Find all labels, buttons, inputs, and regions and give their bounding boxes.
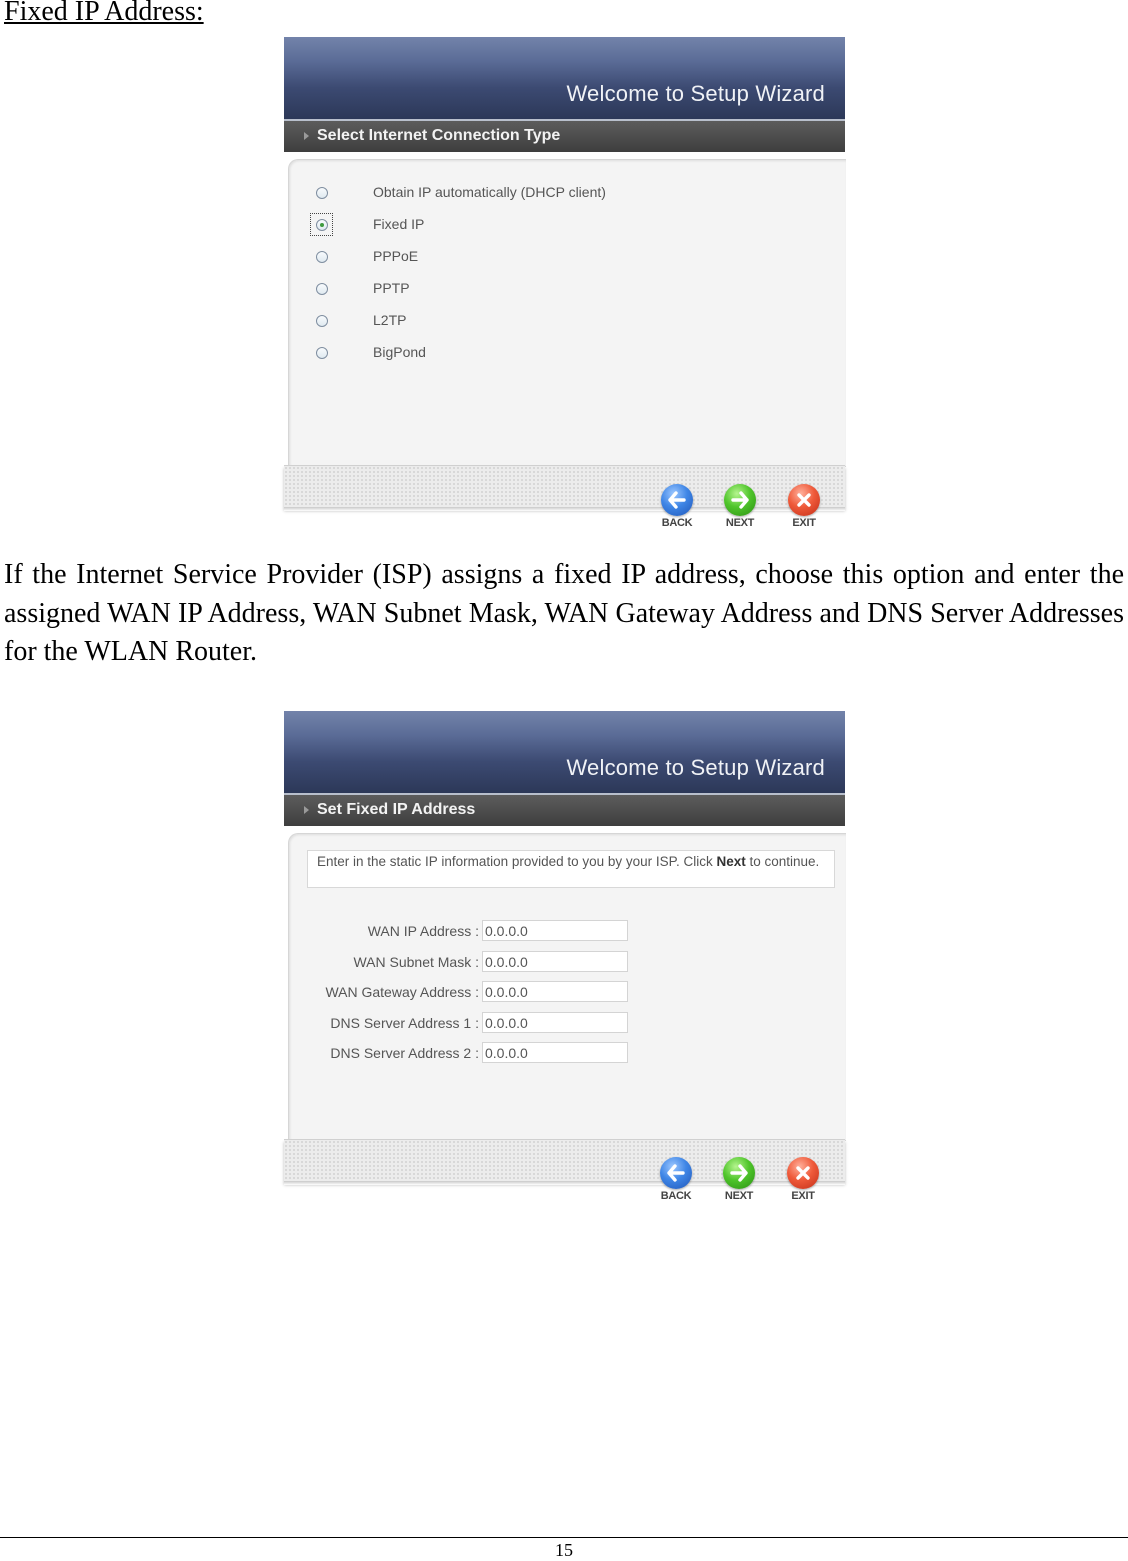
info-text: Enter in the static IP information provi…	[317, 854, 717, 869]
back-label: BACK	[661, 517, 693, 529]
wizard-fixed-ip-screenshot: Welcome to Setup Wizard Set Fixed IP Add…	[284, 711, 846, 1221]
info-message: Enter in the static IP information provi…	[307, 850, 835, 888]
close-icon	[787, 1157, 819, 1189]
wizard-connection-type-screenshot: Welcome to Setup Wizard Select Internet …	[284, 37, 846, 547]
wan-ip-label: WAN IP Address :	[367, 923, 479, 939]
field-dns-1: DNS Server Address 1 :	[289, 1012, 846, 1034]
radio-button[interactable]	[316, 283, 328, 295]
footer-shadow	[284, 507, 845, 511]
radio-option-l2tp[interactable]: L2TP	[289, 310, 689, 334]
dns1-label: DNS Server Address 1 :	[330, 1015, 479, 1031]
radio-label: Obtain IP automatically (DHCP client)	[373, 184, 606, 200]
radio-button-checked[interactable]	[316, 219, 328, 231]
section-title: Set Fixed IP Address	[317, 801, 476, 818]
info-bold-next: Next	[716, 854, 746, 869]
radio-button[interactable]	[316, 315, 328, 327]
radio-button[interactable]	[316, 187, 328, 199]
close-icon	[788, 484, 820, 516]
triangle-right-icon	[304, 806, 309, 814]
wan-gateway-label: WAN Gateway Address :	[325, 984, 479, 1000]
dns2-input[interactable]	[482, 1042, 628, 1063]
wizard-body: Enter in the static IP information provi…	[288, 833, 846, 1141]
radio-button[interactable]	[316, 251, 328, 263]
next-label: NEXT	[725, 517, 755, 529]
wizard-footer-bar	[284, 1139, 845, 1182]
wizard-body: Obtain IP automatically (DHCP client) Fi…	[288, 159, 846, 467]
next-label: NEXT	[724, 1190, 754, 1202]
footer-shadow	[284, 1181, 845, 1185]
arrow-right-icon	[724, 484, 756, 516]
wizard-title: Welcome to Setup Wizard	[566, 755, 825, 780]
radio-option-fixed-ip[interactable]: Fixed IP	[289, 213, 689, 238]
radio-button[interactable]	[316, 347, 328, 359]
wan-ip-input[interactable]	[482, 920, 628, 941]
triangle-right-icon	[304, 132, 309, 140]
radio-label: L2TP	[373, 312, 407, 328]
next-button[interactable]: NEXT	[719, 1157, 759, 1202]
exit-label: EXIT	[792, 517, 816, 529]
section-bar: Select Internet Connection Type	[284, 121, 845, 152]
wan-subnet-label: WAN Subnet Mask :	[353, 954, 479, 970]
arrow-right-icon	[723, 1157, 755, 1189]
back-button[interactable]: BACK	[657, 484, 697, 529]
radio-option-dhcp[interactable]: Obtain IP automatically (DHCP client)	[289, 182, 689, 206]
radio-label: PPPoE	[373, 248, 419, 264]
radio-option-pppoe[interactable]: PPPoE	[289, 246, 689, 270]
radio-label: Fixed IP	[373, 216, 425, 232]
arrow-left-icon	[660, 1157, 692, 1189]
wan-subnet-input[interactable]	[482, 951, 628, 972]
radio-option-pptp[interactable]: PPTP	[289, 278, 689, 302]
wizard-header: Welcome to Setup Wizard	[284, 711, 845, 795]
field-dns-2: DNS Server Address 2 :	[289, 1042, 846, 1064]
info-text-end: to continue.	[745, 854, 820, 869]
back-label: BACK	[660, 1190, 692, 1202]
exit-button[interactable]: EXIT	[783, 1157, 823, 1202]
wan-gateway-input[interactable]	[482, 981, 628, 1002]
radio-option-bigpond[interactable]: BigPond	[289, 342, 689, 366]
arrow-left-icon	[661, 484, 693, 516]
section-title: Select Internet Connection Type	[317, 127, 561, 144]
wizard-title: Welcome to Setup Wizard	[566, 81, 825, 106]
body-paragraph: If the Internet Service Provider (ISP) a…	[4, 559, 1124, 667]
field-wan-ip: WAN IP Address :	[289, 920, 846, 942]
footer-divider	[0, 1537, 1128, 1538]
wizard-header: Welcome to Setup Wizard	[284, 37, 845, 121]
back-button[interactable]: BACK	[656, 1157, 696, 1202]
field-wan-subnet: WAN Subnet Mask :	[289, 951, 846, 973]
dns1-input[interactable]	[482, 1012, 628, 1033]
exit-button[interactable]: EXIT	[784, 484, 824, 529]
wizard-footer-bar	[284, 465, 845, 508]
next-button[interactable]: NEXT	[720, 484, 760, 529]
radio-label: BigPond	[373, 344, 426, 360]
radio-label: PPTP	[373, 280, 410, 296]
exit-label: EXIT	[791, 1190, 815, 1202]
field-wan-gateway: WAN Gateway Address :	[289, 981, 846, 1003]
dns2-label: DNS Server Address 2 :	[330, 1045, 479, 1061]
section-bar: Set Fixed IP Address	[284, 795, 845, 826]
section-heading: Fixed IP Address:	[4, 0, 204, 27]
